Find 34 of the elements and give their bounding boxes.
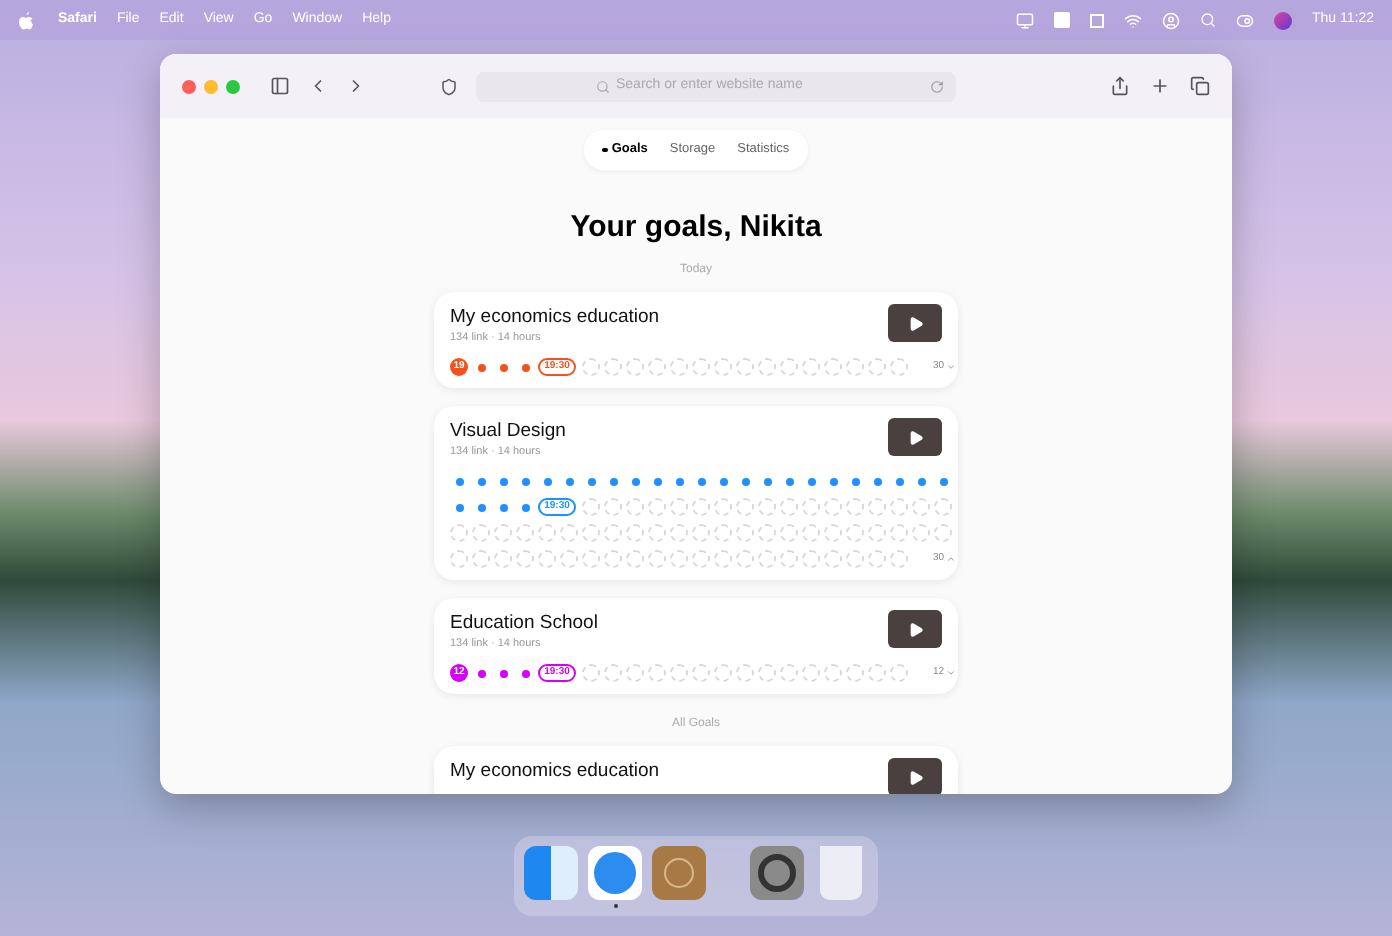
goal-card[interactable]: My economics education bbox=[434, 746, 958, 794]
new-tab-icon[interactable] bbox=[1150, 76, 1170, 96]
collapse-icon bbox=[946, 554, 956, 564]
privacy-shield-icon[interactable] bbox=[440, 77, 458, 95]
share-icon[interactable] bbox=[1110, 76, 1130, 96]
video-thumbnail[interactable] bbox=[888, 418, 942, 456]
goal-title: Visual Design bbox=[450, 420, 566, 444]
display-icon[interactable] bbox=[1015, 11, 1034, 29]
search-icon bbox=[596, 79, 610, 93]
expand-icon bbox=[946, 362, 956, 372]
play-icon bbox=[907, 429, 923, 445]
expand-icon bbox=[946, 668, 956, 678]
play-icon bbox=[907, 769, 923, 785]
tabs-overview-icon[interactable] bbox=[1190, 76, 1210, 96]
goal-title: My economics education bbox=[450, 760, 660, 784]
goal-title: Education School bbox=[450, 612, 598, 636]
play-icon bbox=[907, 315, 923, 331]
control-center-icon[interactable] bbox=[1235, 11, 1254, 29]
reload-icon[interactable] bbox=[930, 79, 944, 93]
sidebar-icon[interactable] bbox=[270, 76, 290, 96]
search-icon[interactable] bbox=[1199, 12, 1216, 28]
assistant-icon[interactable] bbox=[1273, 11, 1292, 29]
video-thumbnail[interactable] bbox=[888, 304, 942, 342]
play-icon bbox=[907, 621, 923, 637]
minimize-button[interactable] bbox=[204, 79, 218, 93]
close-button[interactable] bbox=[182, 79, 196, 93]
video-thumbnail[interactable] bbox=[888, 610, 942, 648]
video-thumbnail[interactable] bbox=[888, 758, 942, 794]
user-icon[interactable] bbox=[1161, 11, 1180, 29]
zoom-button[interactable] bbox=[226, 79, 240, 93]
page-heading: Your goals, Nikita bbox=[570, 210, 822, 246]
goal-title: My economics education bbox=[450, 306, 660, 330]
wifi-icon[interactable] bbox=[1123, 11, 1142, 29]
apple-logo-icon[interactable] bbox=[18, 11, 34, 29]
